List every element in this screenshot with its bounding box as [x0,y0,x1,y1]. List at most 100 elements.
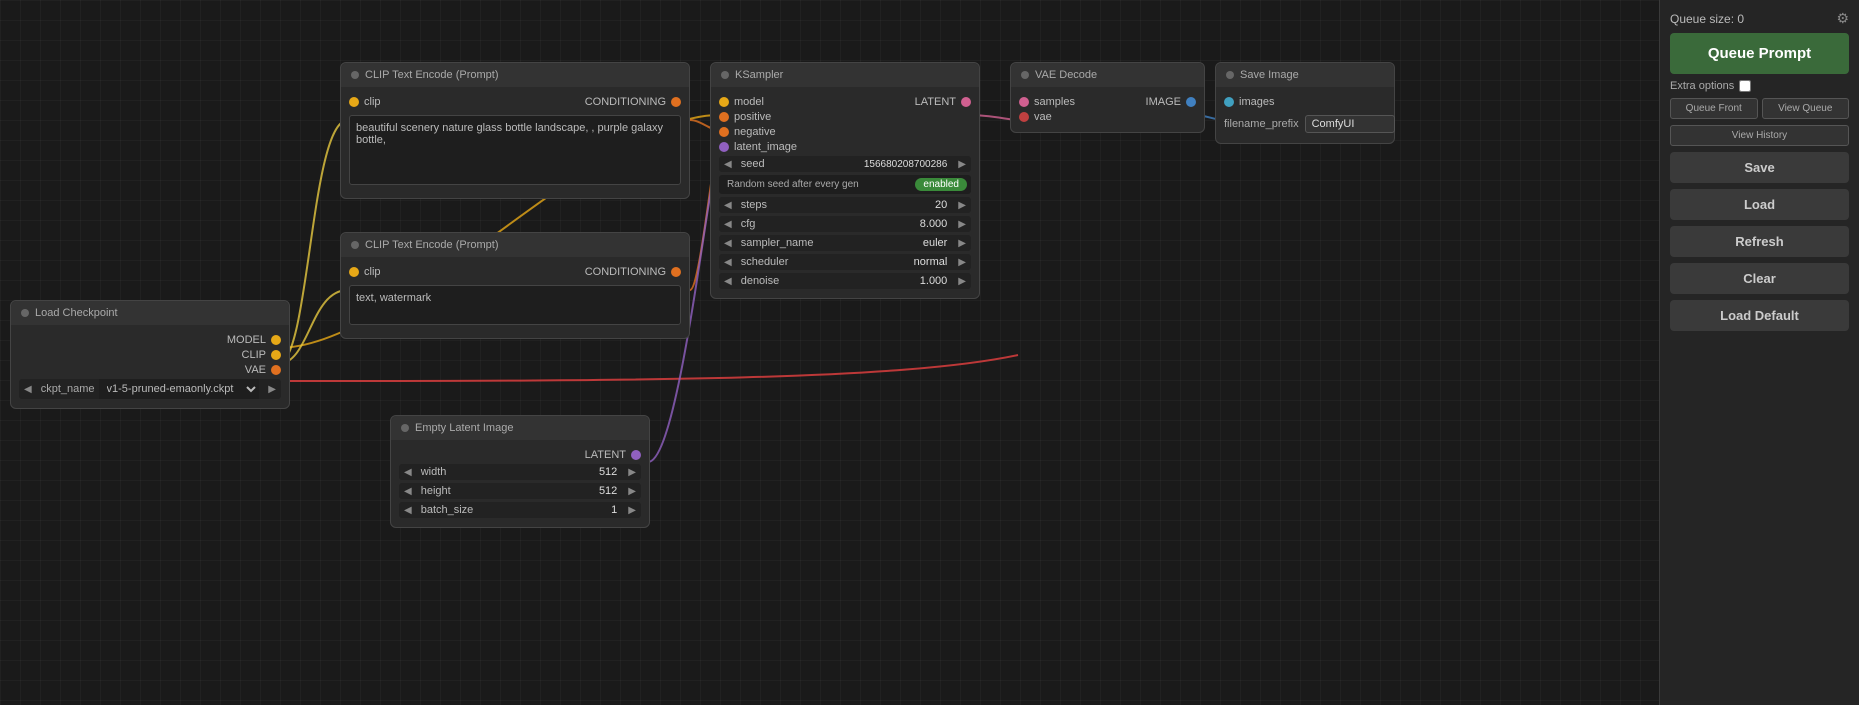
batch-arrow-left[interactable]: ◀ [399,503,417,518]
denoise-arrow-right[interactable]: ▶ [953,274,971,289]
cfg-arrow-right[interactable]: ▶ [953,217,971,232]
steps-value: 20 [929,197,953,213]
steps-arrow-left[interactable]: ◀ [719,198,737,213]
save-image-title: Save Image [1240,69,1299,81]
seed-label: seed [737,156,858,172]
clip-input-2-port: clip [349,266,381,278]
scheduler-arrow-right[interactable]: ▶ [953,255,971,270]
seed-arrow-right[interactable]: ▶ [953,157,971,172]
ckpt-name-select[interactable]: v1-5-pruned-emaonly.ckpt [99,379,260,399]
vae-samples-row: samples IMAGE [1019,96,1196,108]
steps-arrow-right[interactable]: ▶ [953,198,971,213]
height-label: height [417,483,593,499]
vae-samples-in-port: samples [1019,96,1075,108]
queue-front-button[interactable]: Queue Front [1670,98,1758,119]
ksampler-model-connector[interactable] [719,97,729,107]
filename-prefix-input[interactable] [1305,115,1395,133]
width-value: 512 [593,464,623,480]
conditioning-connector-2[interactable] [671,267,681,277]
random-seed-toggle[interactable]: enabled [915,178,967,191]
conditioning-connector-1[interactable] [671,97,681,107]
random-seed-row: Random seed after every gen enabled [719,175,971,194]
vae-vae-label: vae [1034,111,1052,123]
clear-button[interactable]: Clear [1670,263,1849,294]
extra-options-checkbox[interactable] [1739,80,1751,92]
clip-input-1-row: clip CONDITIONING [349,96,681,108]
empty-latent-title: Empty Latent Image [415,422,513,434]
ksampler-negative-label: negative [734,126,776,138]
load-button[interactable]: Load [1670,189,1849,220]
clip-output-port: CLIP [242,349,281,361]
clip-text-encode-1-header: CLIP Text Encode (Prompt) [341,63,689,87]
vae-output-row: VAE [19,364,281,376]
height-value: 512 [593,483,623,499]
latent-connector[interactable] [631,450,641,460]
sampler-arrow-left[interactable]: ◀ [719,236,737,251]
batch-size-label: batch_size [417,502,605,518]
batch-size-value: 1 [605,502,623,518]
ksampler-negative-connector[interactable] [719,127,729,137]
sampler-name-label: sampler_name [737,235,917,251]
ksampler-positive-connector[interactable] [719,112,729,122]
width-arrow-left[interactable]: ◀ [399,465,417,480]
vae-decode-body: samples IMAGE vae [1011,87,1204,132]
height-param-row: ◀ height 512 ▶ [399,483,641,499]
denoise-label: denoise [737,273,914,289]
ksampler-latent-connector[interactable] [961,97,971,107]
vae-vae-connector[interactable] [1019,112,1029,122]
model-connector[interactable] [271,335,281,345]
view-queue-button[interactable]: View Queue [1762,98,1850,119]
clip-text-encode-2-body: clip CONDITIONING text, watermark [341,257,689,338]
vae-connector[interactable] [271,365,281,375]
vae-image-connector[interactable] [1186,97,1196,107]
denoise-arrow-left[interactable]: ◀ [719,274,737,289]
width-arrow-right[interactable]: ▶ [623,465,641,480]
ksampler-model-row: model LATENT [719,96,971,108]
height-arrow-left[interactable]: ◀ [399,484,417,499]
right-panel: Queue size: 0 ⚙ Queue Prompt Extra optio… [1659,0,1859,705]
vae-decode-header: VAE Decode [1011,63,1204,87]
sampler-name-value: euler [917,235,953,251]
clip-text-encode-2-node: CLIP Text Encode (Prompt) clip CONDITION… [340,232,690,339]
height-arrow-right[interactable]: ▶ [623,484,641,499]
node-status-dot-2 [351,241,359,249]
vae-decode-title: VAE Decode [1035,69,1097,81]
batch-arrow-right[interactable]: ▶ [623,503,641,518]
load-default-button[interactable]: Load Default [1670,300,1849,331]
clip-text-encode-1-body: clip CONDITIONING beautiful scenery natu… [341,87,689,198]
ksampler-latent-in-connector[interactable] [719,142,729,152]
clip-text-1-textarea[interactable]: beautiful scenery nature glass bottle la… [349,115,681,185]
ksampler-model-port: model [719,96,764,108]
save-images-connector[interactable] [1224,97,1234,107]
ksampler-positive-port: positive [719,111,771,123]
save-button[interactable]: Save [1670,152,1849,183]
clip-in-connector-2[interactable] [349,267,359,277]
ksampler-latent-in-port: latent_image [719,141,797,153]
ckpt-arrow-right[interactable]: ▶ [263,381,281,398]
scheduler-arrow-left[interactable]: ◀ [719,255,737,270]
ksampler-negative-port: negative [719,126,776,138]
scheduler-value: normal [908,254,954,270]
view-history-button[interactable]: View History [1670,125,1849,146]
queue-prompt-button[interactable]: Queue Prompt [1670,33,1849,74]
ksampler-node: KSampler model LATENT positive negative [710,62,980,299]
ckpt-name-row: ◀ ckpt_name v1-5-pruned-emaonly.ckpt ▶ [19,379,281,399]
vae-image-out-port: IMAGE [1146,96,1196,108]
latent-out-row: LATENT [399,449,641,461]
ksampler-latent-in-label: latent_image [734,141,797,153]
denoise-value: 1.000 [914,273,954,289]
sampler-arrow-right[interactable]: ▶ [953,236,971,251]
gear-icon[interactable]: ⚙ [1836,10,1849,27]
node-status-dot-3 [401,424,409,432]
clip-connector[interactable] [271,350,281,360]
ckpt-arrow-left[interactable]: ◀ [19,381,37,398]
clip-text-2-textarea[interactable]: text, watermark [349,285,681,325]
refresh-button[interactable]: Refresh [1670,226,1849,257]
save-images-row: images [1224,96,1386,108]
cfg-label: cfg [737,216,914,232]
seed-arrow-left[interactable]: ◀ [719,157,737,172]
ksampler-model-label: model [734,96,764,108]
cfg-arrow-left[interactable]: ◀ [719,217,737,232]
vae-samples-connector[interactable] [1019,97,1029,107]
clip-in-connector-1[interactable] [349,97,359,107]
